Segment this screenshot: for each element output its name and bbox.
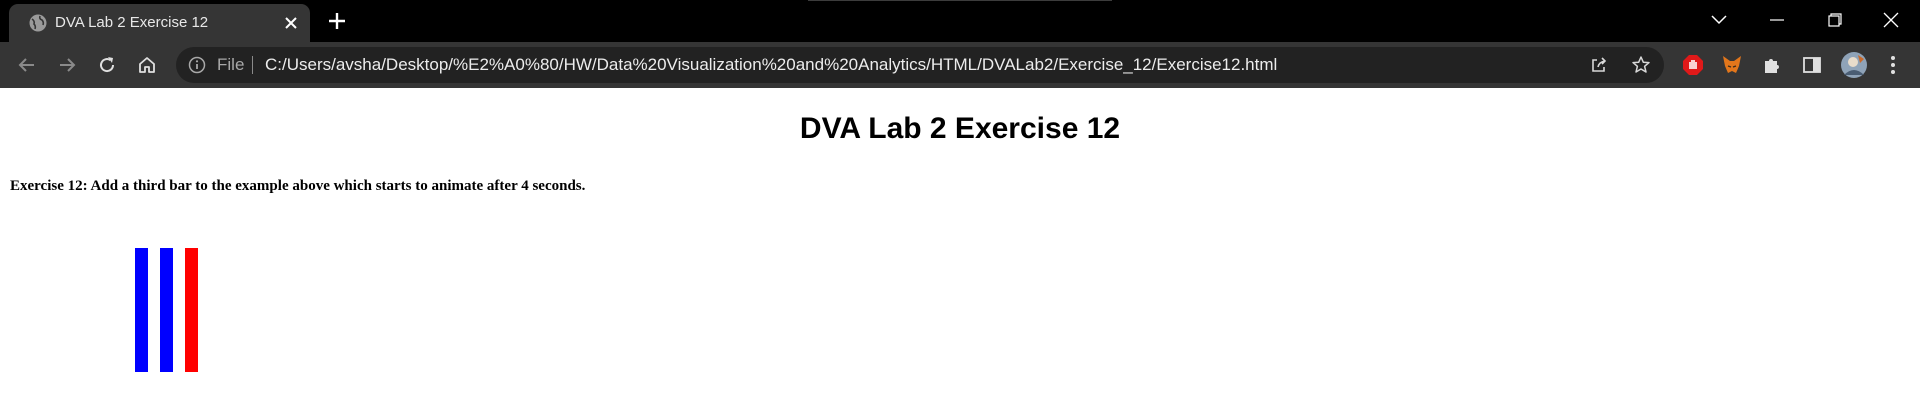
side-panel-button[interactable]: [1799, 52, 1825, 78]
avatar: [1841, 52, 1867, 78]
bar-1: [135, 248, 148, 372]
info-icon[interactable]: [188, 56, 206, 74]
side-panel-icon: [1803, 57, 1821, 73]
tab-search-button[interactable]: [1690, 0, 1748, 40]
scheme-label: File: [217, 55, 245, 74]
home-button[interactable]: [133, 51, 161, 79]
kebab-menu-icon: [1891, 56, 1895, 74]
extensions-button[interactable]: [1759, 52, 1785, 78]
fox-icon: [1723, 56, 1741, 73]
adblock-extension-button[interactable]: [1680, 52, 1706, 78]
globe-icon: [29, 14, 47, 32]
omnibox-separator: [252, 56, 253, 74]
page-title: DVA Lab 2 Exercise 12: [799, 112, 1121, 145]
page-content: DVA Lab 2 Exercise 12 Exercise 12: Add a…: [0, 88, 1920, 408]
restore-icon: [1828, 13, 1842, 27]
close-icon: [1883, 12, 1899, 28]
new-tab-plus-icon[interactable]: [326, 10, 348, 32]
restore-button[interactable]: [1806, 0, 1864, 40]
tab-close-icon[interactable]: [282, 14, 300, 32]
exercise-description: Exercise 12: Add a third bar to the exam…: [10, 178, 586, 194]
forward-arrow-icon: [60, 58, 76, 72]
address-bar[interactable]: File C:/Users/avsha/Desktop/%E2%A0%80/HW…: [176, 47, 1664, 83]
chrome-menu-button[interactable]: [1880, 52, 1906, 78]
back-button[interactable]: [13, 51, 41, 79]
chevron-down-icon: [1711, 15, 1727, 25]
back-arrow-icon: [18, 58, 34, 72]
star-icon: [1632, 56, 1650, 73]
reload-button[interactable]: [93, 51, 121, 79]
share-icon: [1592, 57, 1607, 72]
bookmark-button[interactable]: [1630, 54, 1652, 76]
url-text[interactable]: C:/Users/avsha/Desktop/%E2%A0%80/HW/Data…: [265, 47, 1277, 83]
reload-icon: [100, 57, 115, 73]
stop-hand-icon: [1683, 55, 1703, 75]
share-button[interactable]: [1588, 54, 1610, 76]
tab-strip: DVA Lab 2 Exercise 12: [0, 0, 1920, 42]
minimize-icon: [1770, 19, 1784, 21]
home-icon: [139, 57, 155, 73]
bar-3: [185, 248, 198, 372]
forward-button[interactable]: [53, 51, 81, 79]
tabstrip-accent: [808, 0, 1112, 1]
browser-toolbar: File C:/Users/avsha/Desktop/%E2%A0%80/HW…: [0, 42, 1920, 88]
tab-title: DVA Lab 2 Exercise 12: [55, 14, 209, 31]
metamask-extension-button[interactable]: [1719, 52, 1745, 78]
profile-avatar-button[interactable]: [1839, 50, 1869, 80]
minimize-button[interactable]: [1748, 0, 1806, 40]
bar-2: [160, 248, 173, 372]
tab-active[interactable]: DVA Lab 2 Exercise 12: [9, 4, 310, 42]
puzzle-icon: [1765, 59, 1779, 73]
close-window-button[interactable]: [1862, 0, 1920, 40]
